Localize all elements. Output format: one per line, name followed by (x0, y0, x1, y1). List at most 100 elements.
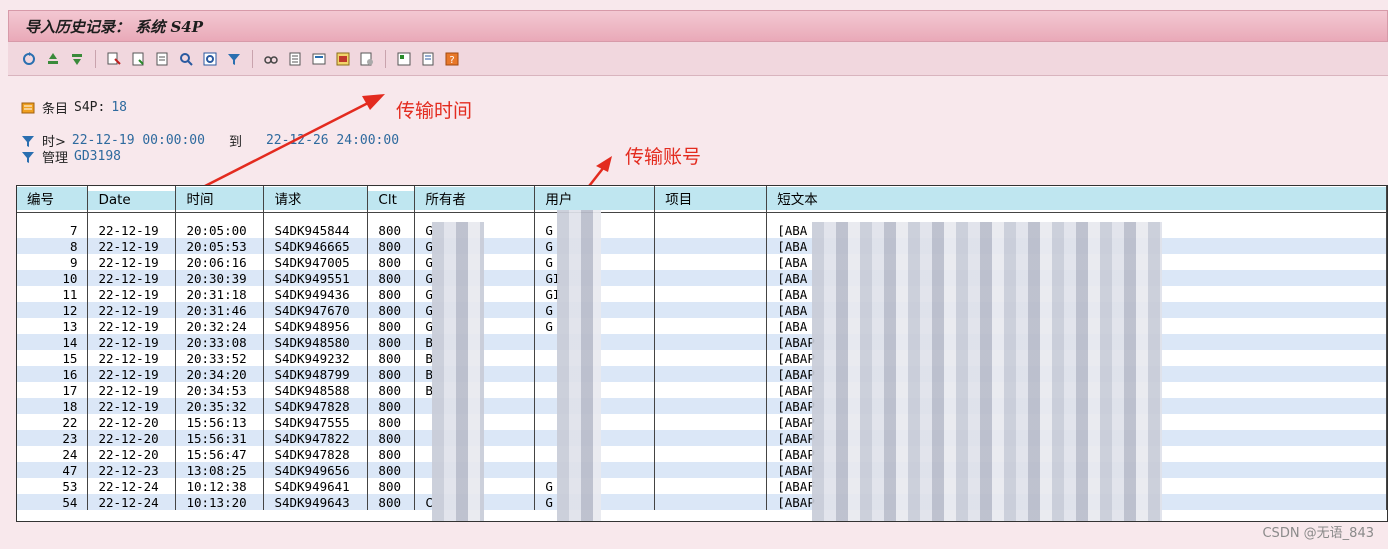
cell-id: 12 (17, 302, 89, 318)
col-header-date[interactable]: Date (87, 186, 177, 213)
table-row[interactable]: 13 22-12-19 20:32:24 S4DK948956 800 G G [ABA (17, 318, 1387, 334)
col-header-time[interactable]: 时间 (175, 186, 265, 213)
table-row[interactable]: 54 22-12-24 10:13:20 S4DK949643 800 C G [ABAP (17, 494, 1387, 510)
table-row[interactable]: 18 22-12-19 20:35:32 S4DK947828 800 [ABAP (17, 398, 1387, 414)
cell-date: 22-12-24 (87, 478, 177, 494)
cell-date: 22-12-20 (87, 446, 177, 462)
cell-client: 800 (367, 494, 416, 510)
table-row[interactable]: 23 22-12-20 15:56:31 S4DK947822 800 [ABAP (17, 430, 1387, 446)
table-row[interactable]: 11 22-12-19 20:31:18 S4DK949436 800 G GI [ABA (17, 286, 1387, 302)
cell-time: 20:30:39 (175, 270, 265, 286)
col-header-request[interactable]: 请求 (263, 186, 369, 213)
cell-client: 800 (367, 318, 416, 334)
cell-project (654, 494, 768, 510)
table-row[interactable]: 47 22-12-23 13:08:25 S4DK949656 800 [ABAP (17, 462, 1387, 478)
arrow-head-transfer-account (596, 156, 612, 172)
cell-client: 800 (367, 446, 416, 462)
cell-client: 800 (367, 430, 416, 446)
cell-id: 10 (17, 270, 89, 286)
cell-project (654, 446, 768, 462)
table-row[interactable]: 53 22-12-24 10:12:38 S4DK949641 800 G [ABAF (17, 478, 1387, 494)
cell-date: 22-12-19 (87, 366, 177, 382)
cell-date: 22-12-19 (87, 254, 177, 270)
cell-time: 15:56:31 (175, 430, 265, 446)
cell-request: S4DK948956 (263, 318, 369, 334)
cell-client: 800 (367, 254, 416, 270)
cell-project (654, 382, 768, 398)
cell-id: 23 (17, 430, 89, 446)
cell-request: S4DK949643 (263, 494, 369, 510)
cell-date: 22-12-19 (87, 270, 177, 286)
cell-time: 20:33:52 (175, 350, 265, 366)
col-header-project[interactable]: 项目 (654, 186, 768, 213)
cell-id: 17 (17, 382, 89, 398)
cell-project (654, 222, 768, 238)
privacy-blur-short-text (812, 222, 1162, 521)
col-header-id[interactable]: 编号 (17, 186, 89, 213)
cell-id: 47 (17, 462, 89, 478)
cell-id: 13 (17, 318, 89, 334)
cell-project (654, 414, 768, 430)
table-row[interactable]: 8 22-12-19 20:05:53 S4DK946665 800 G G [ABA (17, 238, 1387, 254)
cell-date: 22-12-19 (87, 382, 177, 398)
cell-project (654, 430, 768, 446)
cell-client: 800 (367, 350, 416, 366)
cell-date: 22-12-19 (87, 398, 177, 414)
cell-project (654, 238, 768, 254)
cell-id: 22 (17, 414, 89, 430)
cell-client: 800 (367, 382, 416, 398)
cell-time: 20:35:32 (175, 398, 265, 414)
cell-project (654, 398, 768, 414)
table-row[interactable]: 16 22-12-19 20:34:20 S4DK948799 800 B [ABAP (17, 366, 1387, 382)
cell-time: 15:56:47 (175, 446, 265, 462)
col-header-user[interactable]: 用户 (534, 186, 656, 213)
cell-project (654, 366, 768, 382)
cell-id: 8 (17, 238, 89, 254)
col-header-client[interactable]: Clt (367, 186, 416, 213)
table-row[interactable]: 7 22-12-19 20:05:00 S4DK945844 800 G G [ABA (17, 222, 1387, 238)
cell-request: S4DK949656 (263, 462, 369, 478)
cell-client: 800 (367, 462, 416, 478)
cell-client: 800 (367, 238, 416, 254)
cell-time: 20:31:46 (175, 302, 265, 318)
cell-request: S4DK947005 (263, 254, 369, 270)
cell-id: 11 (17, 286, 89, 302)
cell-date: 22-12-19 (87, 302, 177, 318)
table-row[interactable]: 24 22-12-20 15:56:47 S4DK947828 800 [ABAP (17, 446, 1387, 462)
cell-id: 53 (17, 478, 89, 494)
cell-request: S4DK949232 (263, 350, 369, 366)
col-header-owner[interactable]: 所有者 (414, 186, 536, 213)
cell-client: 800 (367, 414, 416, 430)
privacy-blur-owner (432, 222, 484, 521)
cell-date: 22-12-19 (87, 222, 177, 238)
cell-client: 800 (367, 334, 416, 350)
arrow-head-transfer-time (362, 94, 385, 110)
cell-id: 54 (17, 494, 89, 510)
cell-date: 22-12-19 (87, 238, 177, 254)
annotation-transfer-account: 传输账号 (625, 146, 702, 168)
cell-request: S4DK949551 (263, 270, 369, 286)
table-row[interactable]: 10 22-12-19 20:30:39 S4DK949551 800 G GI [ABA (17, 270, 1387, 286)
cell-client: 800 (367, 366, 416, 382)
cell-time: 20:32:24 (175, 318, 265, 334)
table-row[interactable]: 15 22-12-19 20:33:52 S4DK949232 800 B [ABAP (17, 350, 1387, 366)
cell-request: S4DK949436 (263, 286, 369, 302)
table-row[interactable]: 22 22-12-20 15:56:13 S4DK947555 800 [ABAP (17, 414, 1387, 430)
cell-client: 800 (367, 222, 416, 238)
cell-client: 800 (367, 270, 416, 286)
cell-project (654, 270, 768, 286)
cell-request: S4DK946665 (263, 238, 369, 254)
cell-request: S4DK947828 (263, 446, 369, 462)
cell-date: 22-12-19 (87, 350, 177, 366)
table-row[interactable]: 17 22-12-19 20:34:53 S4DK948588 800 B [ABAP (17, 382, 1387, 398)
table-row[interactable]: 14 22-12-19 20:33:08 S4DK948580 800 B [ABAP (17, 334, 1387, 350)
cell-time: 20:34:20 (175, 366, 265, 382)
cell-project (654, 462, 768, 478)
cell-time: 10:13:20 (175, 494, 265, 510)
col-header-short-text[interactable]: 短文本 (766, 186, 1387, 213)
table-row[interactable]: 9 22-12-19 20:06:16 S4DK947005 800 G G [ABA (17, 254, 1387, 270)
cell-client: 800 (367, 398, 416, 414)
cell-id: 16 (17, 366, 89, 382)
cell-date: 22-12-19 (87, 334, 177, 350)
table-row[interactable]: 12 22-12-19 20:31:46 S4DK947670 800 G G [ABA (17, 302, 1387, 318)
